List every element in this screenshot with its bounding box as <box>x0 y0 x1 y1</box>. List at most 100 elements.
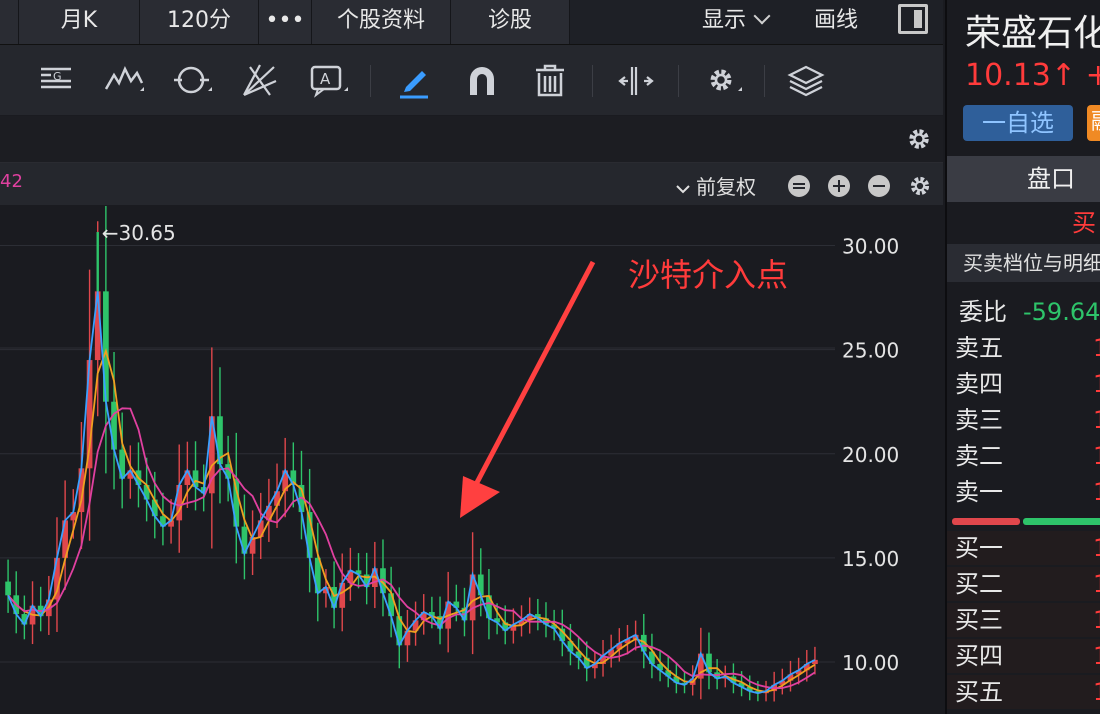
add-watchlist-button[interactable]: 一自选 <box>963 105 1073 141</box>
drawing-toolbar: G A <box>0 45 943 115</box>
tab-stock-profile[interactable]: 个股资料 <box>312 0 451 44</box>
buy-level-value: 1 <box>1093 639 1100 673</box>
buy-level-label: 买三 <box>955 606 1003 634</box>
text-label-tool-icon[interactable]: G <box>36 61 76 101</box>
kline-chart[interactable]: 30.00 25.00 20.00 15.00 10.00 ←30.65 沙特介入点 <box>0 206 943 714</box>
buy-tab[interactable]: 买入 <box>947 203 1100 277</box>
more-tabs-button[interactable]: ••• <box>259 0 312 44</box>
layers-icon[interactable] <box>786 61 826 101</box>
display-label: 显示 <box>702 8 747 33</box>
max-price-label: ←30.65 <box>102 221 176 245</box>
magnet-tool-icon[interactable] <box>462 61 502 101</box>
ma-line <box>7 291 816 695</box>
trash-icon[interactable] <box>530 61 570 101</box>
moving-averages <box>7 291 816 695</box>
stock-price: 10.13↑ + <box>965 58 1100 93</box>
wave-tool-icon[interactable] <box>104 61 144 101</box>
buy-level-value: 1 <box>1093 567 1100 601</box>
gear-icon[interactable] <box>904 124 934 154</box>
text-annotation-tool-icon[interactable]: A <box>308 61 348 101</box>
buy-level-value: 1 <box>1093 603 1100 637</box>
order-detail-row[interactable]: 买卖档位与明细 <box>947 244 1100 282</box>
tab-diagnose[interactable]: 诊股 <box>451 0 570 44</box>
fibonacci-fan-tool-icon[interactable] <box>240 61 280 101</box>
sell-level-value: 1 <box>1093 331 1100 365</box>
cycle-tool-icon[interactable] <box>172 61 212 101</box>
sell-level-value: 1 <box>1093 475 1100 509</box>
reset-zoom-button[interactable] <box>788 175 810 197</box>
tab-monthly-k[interactable]: 月K <box>19 0 140 44</box>
zoom-in-button[interactable] <box>828 175 850 197</box>
toolbar-divider <box>678 65 679 97</box>
ma-line <box>7 407 816 690</box>
sell-ratio-bar <box>1023 518 1100 525</box>
buy-level-value: 1 <box>1093 531 1100 565</box>
buy-level-row[interactable]: 买一 1 <box>947 531 1100 565</box>
buy-level-row[interactable]: 买三 1 <box>947 603 1100 637</box>
sell-level-row[interactable]: 卖五 1 <box>947 331 1100 365</box>
stock-name: 荣盛石化 <box>965 13 1100 54</box>
fuquan-dropdown[interactable]: 前复权 <box>676 171 756 200</box>
buy-level-label: 买一 <box>955 534 1003 562</box>
y-tick-label: 10.00 <box>842 651 899 675</box>
sell-level-label: 卖一 <box>955 478 1003 506</box>
candle-body <box>5 581 11 596</box>
chevron-down-icon <box>676 184 690 193</box>
svg-text:G: G <box>53 70 62 83</box>
sell-level-row[interactable]: 卖四 1 <box>947 367 1100 401</box>
margin-button[interactable]: 融 <box>1087 105 1100 141</box>
draw-line-button[interactable]: 画线 <box>814 0 858 44</box>
toolbar-divider <box>764 65 765 97</box>
toolbar-divider <box>370 65 371 97</box>
display-dropdown[interactable]: 显示 <box>702 0 771 44</box>
y-tick-label: 25.00 <box>842 339 899 363</box>
y-axis: 30.00 25.00 20.00 15.00 10.00 <box>842 235 899 675</box>
sell-level-row[interactable]: 卖二 1 <box>947 439 1100 473</box>
sell-level-label: 卖五 <box>955 334 1003 362</box>
pen-tool-icon[interactable] <box>394 61 434 101</box>
sell-level-value: 1 <box>1093 439 1100 473</box>
y-tick-label: 15.00 <box>842 547 899 571</box>
chart-options-bar <box>0 116 943 163</box>
gear-icon[interactable] <box>702 61 742 101</box>
buy-level-label: 买二 <box>955 570 1003 598</box>
period-tab-bar: 月K 120分 ••• 个股资料 诊股 显示 画线 <box>0 0 943 45</box>
annotation-arrow <box>460 260 596 518</box>
zoom-out-button[interactable] <box>868 175 890 197</box>
buy-level-value: 1 <box>1093 675 1100 709</box>
buy-level-row[interactable]: 买五 1 <box>947 675 1100 709</box>
indicator-bar: 42 前复权 <box>0 163 943 205</box>
panel-toggle-icon[interactable] <box>898 4 928 34</box>
ma-line <box>7 348 816 693</box>
buy-level-label: 买五 <box>955 678 1003 706</box>
annotation-text: 沙特介入点 <box>628 256 788 294</box>
svg-text:A: A <box>320 70 331 88</box>
sell-level-value: 1 <box>1093 367 1100 401</box>
fuquan-label: 前复权 <box>696 175 756 199</box>
buy-level-row[interactable]: 买四 1 <box>947 639 1100 673</box>
gear-icon[interactable] <box>906 172 934 200</box>
sell-level-value: 1 <box>1093 403 1100 437</box>
tab-120min[interactable]: 120分 <box>140 0 259 44</box>
chevron-down-icon <box>753 7 771 25</box>
sell-level-label: 卖四 <box>955 370 1003 398</box>
buy-level-label: 买四 <box>955 642 1003 670</box>
quote-panel: 荣盛石化 10.13↑ + 一自选 融 盘口 买入 买卖档位与明细 委比 -59.… <box>945 0 1100 714</box>
tab-pankou[interactable]: 盘口 <box>947 156 1100 202</box>
sell-level-label: 卖二 <box>955 442 1003 470</box>
order-detail-label: 买卖档位与明细 <box>963 251 1100 275</box>
price-change: + <box>1086 58 1100 93</box>
indicator-value: 42 <box>0 171 23 192</box>
buy-level-row[interactable]: 买二 1 <box>947 567 1100 601</box>
y-tick-label: 30.00 <box>842 235 899 259</box>
split-view-icon[interactable] <box>616 61 656 101</box>
sell-level-row[interactable]: 卖三 1 <box>947 403 1100 437</box>
buy-ratio-bar <box>952 518 1020 525</box>
weibi-row: 委比 -59.64 <box>959 292 1100 327</box>
tab-pankou-label: 盘口 <box>1027 165 1075 193</box>
weibi-label: 委比 <box>959 298 1007 326</box>
sell-level-row[interactable]: 卖一 1 <box>947 475 1100 509</box>
toolbar-divider <box>592 65 593 97</box>
tab-previous[interactable] <box>0 0 19 44</box>
sell-level-label: 卖三 <box>955 406 1003 434</box>
